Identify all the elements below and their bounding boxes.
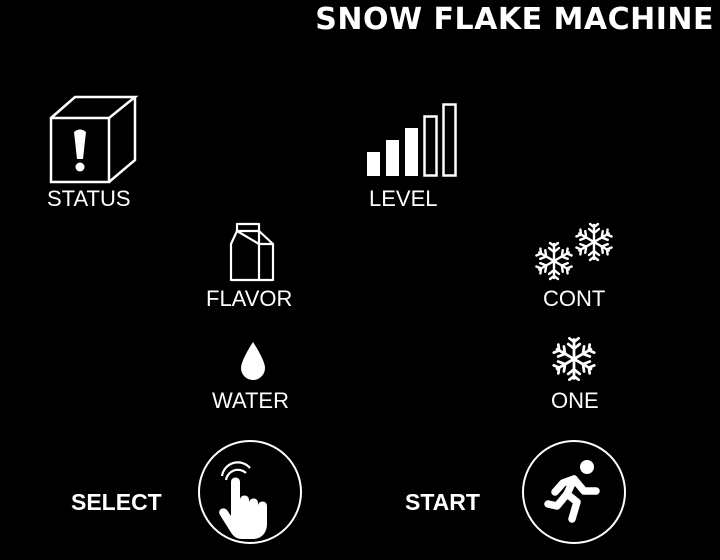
flavor-tile[interactable]: FLAVOR — [200, 222, 304, 312]
water-label: WATER — [212, 388, 289, 413]
tap-hand-icon — [219, 461, 267, 539]
status-cube-icon — [49, 95, 139, 184]
start-label: START — [405, 489, 480, 515]
snowflake-icon — [551, 336, 597, 382]
flavor-label: FLAVOR — [206, 286, 293, 311]
level-label: LEVEL — [369, 186, 438, 211]
one-label: ONE — [551, 388, 599, 413]
status-label: STATUS — [47, 186, 131, 211]
cont-tile[interactable]: CONT — [528, 218, 620, 312]
status-tile[interactable]: STATUS — [40, 92, 150, 214]
water-tile[interactable]: WATER — [205, 336, 301, 414]
one-tile[interactable]: ONE — [540, 332, 610, 414]
machine-title: SNOW FLAKE MACHINE — [315, 2, 714, 37]
water-drop-icon — [241, 342, 265, 380]
start-button[interactable] — [522, 440, 626, 544]
running-person-icon — [544, 460, 600, 523]
select-button[interactable] — [198, 440, 302, 544]
level-bars-icon — [367, 103, 457, 177]
cont-label: CONT — [543, 286, 606, 311]
level-tile[interactable]: LEVEL — [360, 100, 470, 214]
double-snowflake-icon — [534, 222, 614, 281]
select-label: SELECT — [71, 489, 162, 515]
milk-carton-icon — [229, 222, 275, 282]
